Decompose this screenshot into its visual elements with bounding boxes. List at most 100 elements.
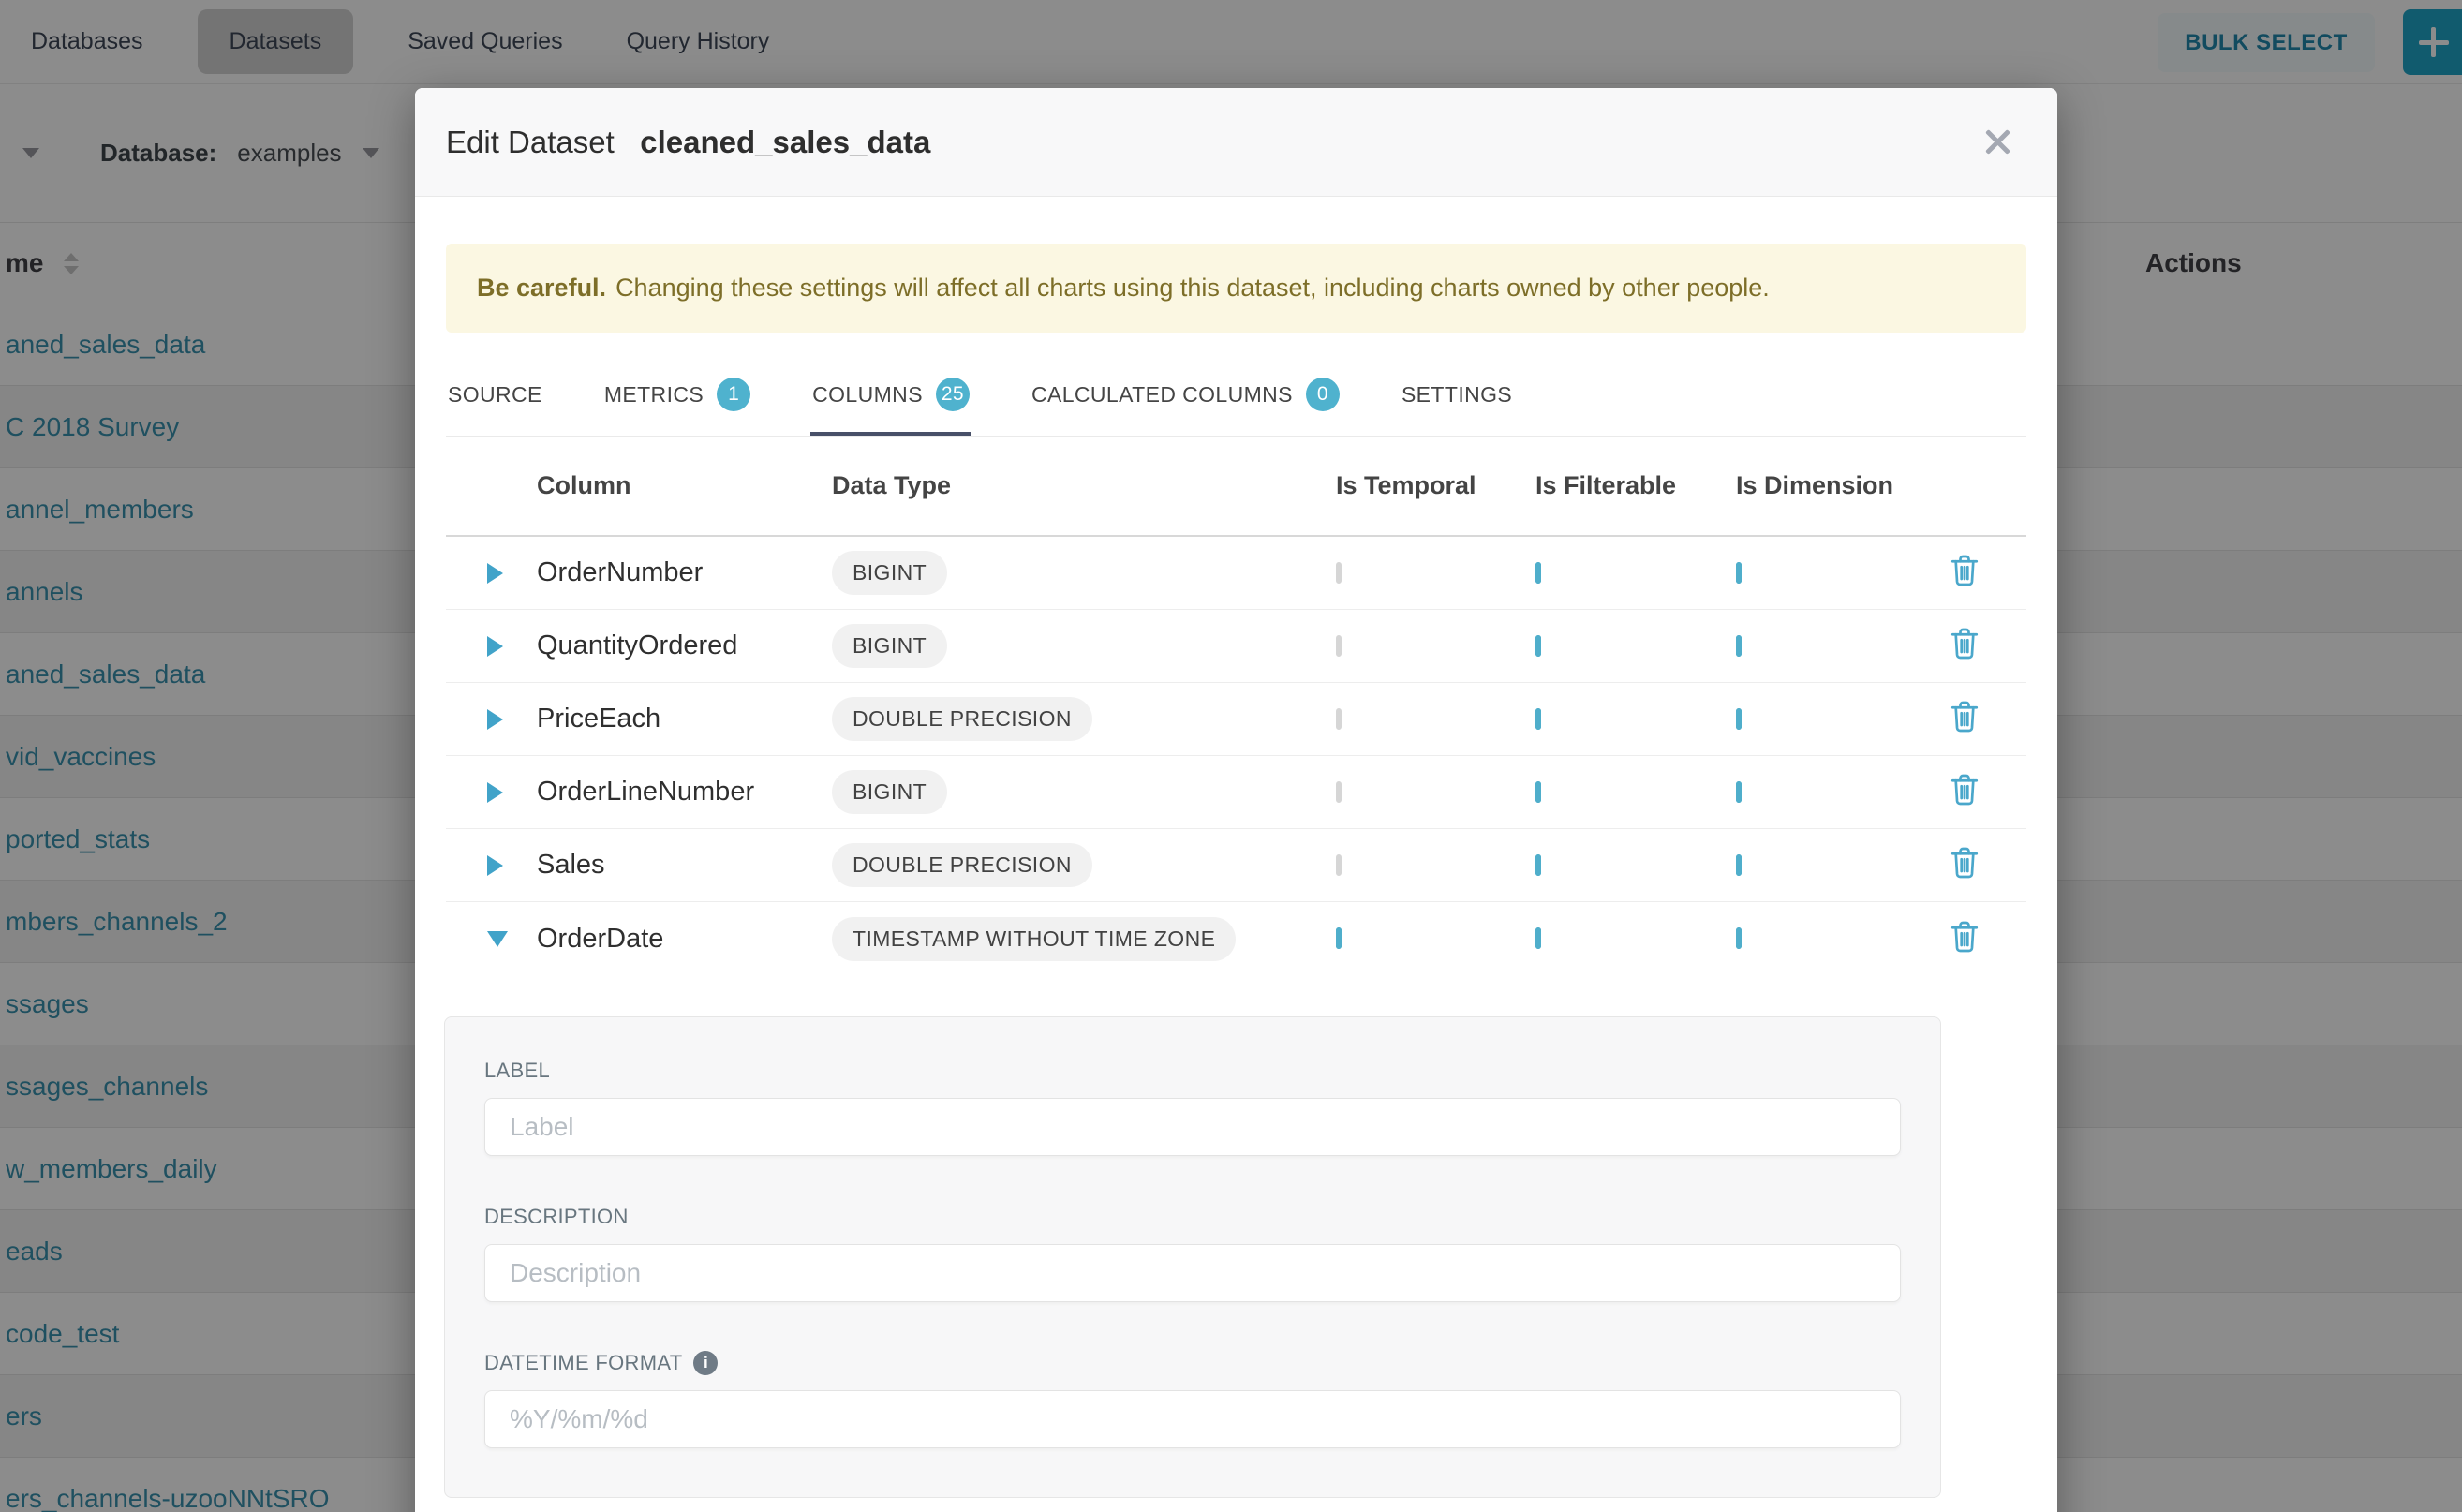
is-temporal-checkbox[interactable]	[1336, 854, 1342, 876]
column-name: Sales	[537, 850, 832, 881]
is-dimension-checkbox[interactable]	[1736, 927, 1742, 949]
expand-caret-icon[interactable]	[487, 782, 503, 803]
label-field-label: LABEL	[484, 1059, 1901, 1083]
column-header: Column	[537, 471, 832, 500]
columns-table-header: Column Data Type Is Temporal Is Filterab…	[446, 437, 2026, 537]
data-type-pill: DOUBLE PRECISION	[832, 697, 1092, 741]
modal-header: Edit Dataset cleaned_sales_data	[415, 88, 2057, 197]
is-temporal-checkbox[interactable]	[1336, 708, 1342, 730]
tab-calculated-columns[interactable]: CALCULATED COLUMNS 0	[1030, 364, 1342, 436]
expand-caret-icon[interactable]	[487, 855, 503, 876]
data-type-pill: BIGINT	[832, 551, 947, 595]
column-name: OrderLineNumber	[537, 777, 832, 808]
warning-text: Changing these settings will affect all …	[616, 274, 1770, 303]
columns-table-rows: OrderNumber BIGINT QuantityOrdered BIGIN…	[446, 537, 2026, 975]
calculated-columns-count-badge: 0	[1306, 378, 1340, 411]
data-type-pill: TIMESTAMP WITHOUT TIME ZONE	[832, 917, 1236, 961]
tab-metrics[interactable]: METRICS 1	[602, 364, 752, 436]
tab-columns[interactable]: COLUMNS 25	[810, 364, 971, 436]
column-row: OrderNumber BIGINT	[446, 537, 2026, 610]
is-filterable-header: Is Filterable	[1535, 471, 1736, 500]
delete-column-button[interactable]	[1948, 771, 1981, 808]
datetime-format-input[interactable]	[484, 1390, 1901, 1448]
column-detail-panel: LABEL DESCRIPTION DATETIME FORMAT	[444, 1016, 1941, 1498]
expand-caret-icon[interactable]	[487, 636, 503, 657]
column-row: OrderDate TIMESTAMP WITHOUT TIME ZONE	[446, 902, 2026, 975]
is-temporal-checkbox[interactable]	[1336, 781, 1342, 803]
column-row: PriceEach DOUBLE PRECISION	[446, 683, 2026, 756]
modal-dataset-name: cleaned_sales_data	[640, 125, 930, 159]
modal-body: Be careful. Changing these settings will…	[415, 244, 2057, 1498]
is-dimension-checkbox[interactable]	[1736, 781, 1742, 803]
metrics-count-badge: 1	[717, 378, 750, 411]
warning-emphasis: Be careful.	[477, 274, 606, 303]
column-name: QuantityOrdered	[537, 630, 832, 661]
trash-icon	[1948, 698, 1981, 735]
modal-tabs: SOURCE METRICS 1 COLUMNS 25 CALCULATED C…	[446, 351, 2026, 437]
expand-caret-icon[interactable]	[487, 563, 503, 584]
is-temporal-checkbox[interactable]	[1336, 562, 1342, 584]
tab-label: METRICS	[604, 382, 704, 408]
is-temporal-header: Is Temporal	[1336, 471, 1535, 500]
is-dimension-checkbox[interactable]	[1736, 854, 1742, 876]
is-filterable-checkbox[interactable]	[1535, 562, 1541, 584]
label-field-label-text: LABEL	[484, 1059, 550, 1083]
modal-title-prefix: Edit Dataset	[446, 125, 615, 159]
expand-caret-icon[interactable]	[487, 709, 503, 730]
tab-label: COLUMNS	[812, 382, 923, 408]
columns-count-badge: 25	[936, 378, 970, 411]
expand-caret-icon[interactable]	[487, 931, 508, 947]
is-temporal-checkbox[interactable]	[1336, 927, 1342, 949]
tab-label: SETTINGS	[1402, 382, 1512, 408]
delete-column-button[interactable]	[1948, 918, 1981, 956]
label-input[interactable]	[484, 1098, 1901, 1156]
is-filterable-checkbox[interactable]	[1535, 781, 1541, 803]
info-icon[interactable]	[693, 1351, 718, 1375]
warning-banner: Be careful. Changing these settings will…	[446, 244, 2026, 333]
tab-label: CALCULATED COLUMNS	[1031, 382, 1293, 408]
column-row: Sales DOUBLE PRECISION	[446, 829, 2026, 902]
datetime-format-field: DATETIME FORMAT	[484, 1351, 1901, 1448]
column-name: OrderDate	[537, 924, 832, 955]
column-row: OrderLineNumber BIGINT	[446, 756, 2026, 829]
column-name: OrderNumber	[537, 557, 832, 588]
screen: Databases Datasets Saved Queries Query H…	[0, 0, 2462, 1512]
data-type-pill: BIGINT	[832, 624, 947, 668]
description-field-label-text: DESCRIPTION	[484, 1205, 629, 1229]
is-filterable-checkbox[interactable]	[1535, 854, 1541, 876]
data-type-pill: DOUBLE PRECISION	[832, 843, 1092, 887]
is-dimension-header: Is Dimension	[1736, 471, 1936, 500]
trash-icon	[1948, 771, 1981, 808]
is-dimension-checkbox[interactable]	[1736, 635, 1742, 657]
trash-icon	[1948, 552, 1981, 589]
label-field: LABEL	[484, 1059, 1901, 1156]
data-type-pill: BIGINT	[832, 770, 947, 814]
datetime-format-field-label: DATETIME FORMAT	[484, 1351, 1901, 1375]
description-input[interactable]	[484, 1244, 1901, 1302]
modal-title: Edit Dataset cleaned_sales_data	[446, 125, 930, 160]
trash-icon	[1948, 844, 1981, 882]
is-filterable-checkbox[interactable]	[1535, 708, 1541, 730]
is-filterable-checkbox[interactable]	[1535, 635, 1541, 657]
close-button[interactable]	[1977, 121, 2020, 164]
description-field: DESCRIPTION	[484, 1205, 1901, 1302]
delete-column-button[interactable]	[1948, 625, 1981, 662]
is-dimension-checkbox[interactable]	[1736, 708, 1742, 730]
datetime-format-label-text: DATETIME FORMAT	[484, 1351, 682, 1375]
column-row: QuantityOrdered BIGINT	[446, 610, 2026, 683]
is-temporal-checkbox[interactable]	[1336, 635, 1342, 657]
delete-column-button[interactable]	[1948, 698, 1981, 735]
delete-column-button[interactable]	[1948, 552, 1981, 589]
delete-column-button[interactable]	[1948, 844, 1981, 882]
tab-settings[interactable]: SETTINGS	[1400, 364, 1514, 436]
trash-icon	[1948, 625, 1981, 662]
edit-dataset-modal: Edit Dataset cleaned_sales_data Be caref…	[415, 88, 2057, 1512]
column-name: PriceEach	[537, 704, 832, 734]
tab-label: SOURCE	[448, 382, 542, 408]
is-filterable-checkbox[interactable]	[1535, 927, 1541, 949]
is-dimension-checkbox[interactable]	[1736, 562, 1742, 584]
data-type-header: Data Type	[832, 471, 1336, 500]
tab-source[interactable]: SOURCE	[446, 364, 544, 436]
description-field-label: DESCRIPTION	[484, 1205, 1901, 1229]
trash-icon	[1948, 918, 1981, 956]
